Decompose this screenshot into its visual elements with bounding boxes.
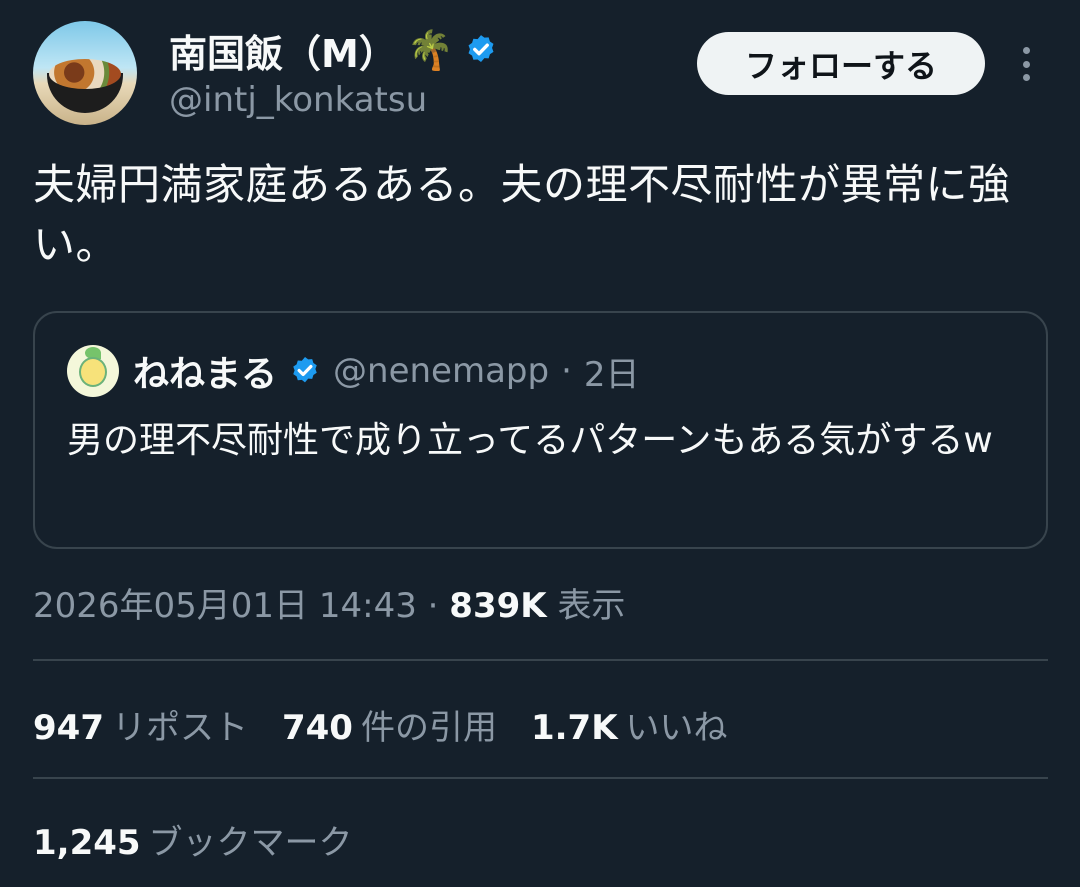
quoted-author-name[interactable]: ねねまる <box>133 345 277 397</box>
engagement-stats: 947 リポスト 740 件の引用 1.7K いいね <box>33 700 728 749</box>
divider <box>33 659 1048 661</box>
likes-label: いいね <box>625 708 728 748</box>
meta-separator: · <box>561 351 572 391</box>
follow-button[interactable]: フォローする <box>697 32 985 95</box>
views-count: 839K <box>449 586 547 626</box>
author-avatar[interactable] <box>33 21 137 125</box>
author-name-row[interactable]: 南国飯（M） 🌴 <box>169 26 498 76</box>
reposts-count: 947 <box>33 708 104 748</box>
more-vertical-icon[interactable] <box>1014 44 1038 84</box>
tweet-timestamp[interactable]: 2026年05月01日 14:43 <box>33 586 417 626</box>
divider <box>33 777 1048 779</box>
reposts-stat[interactable]: 947 リポスト <box>33 700 248 749</box>
quotes-stat[interactable]: 740 件の引用 <box>282 700 497 749</box>
author-handle[interactable]: @intj_konkatsu <box>169 80 427 120</box>
quoted-author-handle[interactable]: @nenemapp <box>333 351 549 391</box>
tweet-text: 夫婦円満家庭あるある。夫の理不尽耐性が異常に強い。 <box>33 160 1011 270</box>
bookmarks-label: ブックマーク <box>148 823 353 863</box>
tweet-detail: 南国飯（M） 🌴 @intj_konkatsu フォローする 夫婦円満家庭あるあ… <box>0 0 1080 887</box>
quoted-tweet-text: 男の理不尽耐性で成り立ってるパターンもある気がするw <box>67 420 993 461</box>
likes-count: 1.7K <box>530 708 618 748</box>
reposts-label: リポスト <box>111 708 248 748</box>
quotes-count: 740 <box>281 708 353 748</box>
verified-badge-icon <box>293 357 317 383</box>
quoted-tweet-header: ねねまる @nenemapp · 2日 <box>133 347 640 395</box>
quotes-label: 件の引用 <box>360 708 497 748</box>
quoted-author-avatar[interactable] <box>67 345 119 397</box>
views-label: 表示 <box>557 586 626 626</box>
quoted-tweet-time: 2日 <box>583 354 640 395</box>
bookmarks-stat[interactable]: 1,245 ブックマーク <box>33 815 353 864</box>
quoted-tweet-card[interactable]: ねねまる @nenemapp · 2日 男の理不尽耐性で成り立ってるパターンもあ… <box>33 311 1048 549</box>
bookmarks-count: 1,245 <box>33 823 141 863</box>
likes-stat[interactable]: 1.7K いいね <box>531 700 728 749</box>
tweet-meta: 2026年05月01日 14:43 · 839K 表示 <box>33 578 625 627</box>
author-display-name[interactable]: 南国飯（M） <box>169 23 397 78</box>
verified-badge-icon[interactable] <box>464 33 498 67</box>
palm-emoji: 🌴 <box>406 28 455 72</box>
meta-separator: · <box>427 586 439 626</box>
